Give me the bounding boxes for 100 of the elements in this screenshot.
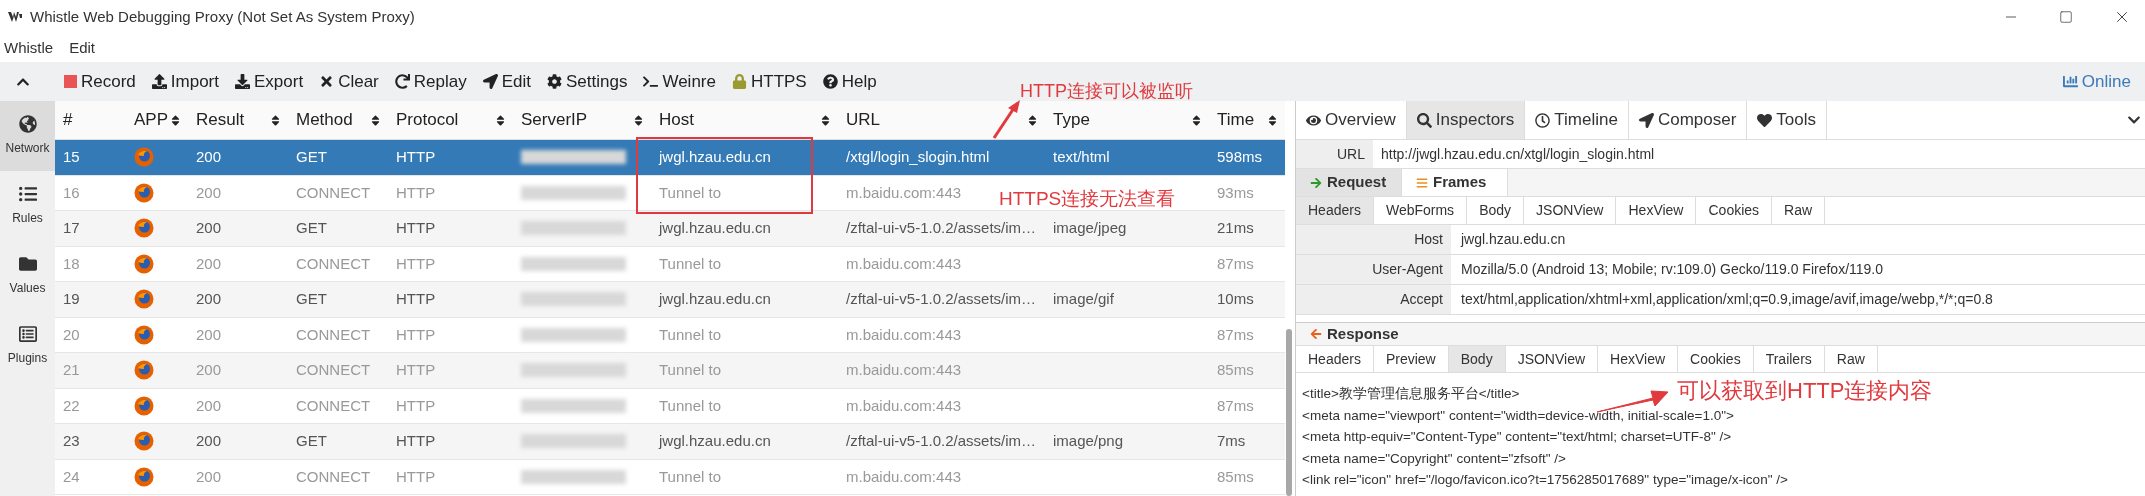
app-logo-icon: [8, 10, 24, 24]
heart-icon: [1757, 112, 1773, 128]
inspector-tab[interactable]: Inspectors: [1406, 101, 1526, 139]
column-header[interactable]: APP: [126, 101, 188, 139]
column-header[interactable]: Type: [1045, 101, 1209, 139]
content-type: text/html: [1053, 147, 1110, 167]
toolbar-button[interactable]: Import: [151, 68, 219, 95]
protocol: HTTP: [396, 147, 436, 167]
row-number: 24: [63, 466, 80, 487]
host: jwgl.hzau.edu.cn: [659, 289, 771, 309]
scrollbar-thumb[interactable]: [1286, 329, 1292, 496]
duration: 87ms: [1217, 253, 1254, 274]
maximize-icon[interactable]: [2059, 10, 2073, 24]
host: Tunnel to: [659, 395, 721, 416]
header-value: jwgl.hzau.edu.cn: [1459, 230, 1566, 249]
request-row[interactable]: 23 200 GET HTTP jwgl.hzau.edu.cn /zftal-ui-v5-1.0.2/assets/im… image/png 7ms: [55, 424, 1285, 460]
duration: 7ms: [1217, 431, 1246, 451]
row-number: 22: [63, 395, 80, 416]
field-label: URL: [1296, 140, 1373, 168]
sidebar-item[interactable]: Network: [0, 101, 55, 171]
result-code: 200: [196, 182, 222, 203]
toolbar-button[interactable]: HTTPS: [731, 68, 807, 95]
header-name: Accept: [1296, 285, 1451, 314]
request-row[interactable]: 15 200 GET HTTP jwgl.hzau.edu.cn /xtgl/login_slogin.html text/html 598ms: [55, 140, 1285, 176]
lock-icon: [731, 74, 747, 89]
duration: 87ms: [1217, 324, 1254, 345]
request-row[interactable]: 17 200 GET HTTP jwgl.hzau.edu.cn /zftal-ui-v5-1.0.2/assets/im… image/jpeg 21ms: [55, 211, 1285, 247]
row-number: 15: [63, 147, 80, 167]
sidebar-item[interactable]: Values: [0, 241, 55, 311]
host: jwgl.hzau.edu.cn: [659, 431, 771, 451]
host: jwgl.hzau.edu.cn: [659, 218, 771, 238]
result-code: 200: [196, 395, 222, 416]
menu-item[interactable]: Edit: [69, 36, 96, 60]
sort-icon: [1266, 113, 1279, 127]
method: GET: [296, 431, 327, 451]
browser-icon: [134, 466, 154, 487]
url: m.baidu.com:443: [846, 466, 962, 487]
paper-plane-icon: [482, 74, 498, 89]
protocol: HTTP: [396, 253, 436, 274]
request-tab[interactable]: Frames: [1402, 169, 1508, 196]
search-icon: [1416, 112, 1432, 128]
toolbar-button[interactable]: Weinre: [643, 68, 716, 95]
browser-icon: [134, 289, 154, 310]
method: GET: [296, 289, 327, 309]
help-icon: [822, 74, 838, 89]
method: CONNECT: [296, 182, 371, 203]
menu-item[interactable]: Whistle: [4, 36, 54, 60]
duration: 85ms: [1217, 360, 1254, 380]
download-icon: [235, 74, 250, 89]
result-code: 200: [196, 147, 222, 167]
protocol: HTTP: [396, 431, 436, 451]
toolbar-button[interactable]: Settings: [547, 68, 628, 95]
sidebar-item[interactable]: Plugins: [0, 311, 55, 381]
browser-icon: [134, 431, 154, 452]
column-header[interactable]: Method: [288, 101, 388, 139]
request-tab[interactable]: Request: [1296, 169, 1402, 196]
url: /zftal-ui-v5-1.0.2/assets/im…: [846, 431, 1037, 451]
code-line: <meta http-equiv="Content-Type" content="text/html; charset=UTF-8" />: [1302, 428, 1732, 446]
globe-icon: [18, 115, 37, 133]
result-code: 200: [196, 466, 222, 487]
protocol: HTTP: [396, 360, 436, 380]
content-type: image/jpeg: [1053, 218, 1127, 238]
protocol: HTTP: [396, 324, 436, 345]
column-header[interactable]: Host: [651, 101, 838, 139]
sort-icon: [1190, 113, 1203, 127]
toolbar-button[interactable]: Export: [235, 68, 304, 95]
result-code: 200: [196, 289, 222, 309]
subtab[interactable]: Body: [1448, 346, 1506, 372]
paper-plane-icon: [1638, 112, 1654, 128]
host: Tunnel to: [659, 466, 721, 487]
terminal-icon: [643, 74, 659, 89]
sort-icon: [632, 113, 645, 127]
column-header[interactable]: #: [55, 101, 126, 139]
row-number: 19: [63, 289, 80, 309]
request-row[interactable]: 19 200 GET HTTP jwgl.hzau.edu.cn /zftal-ui-v5-1.0.2/assets/im… image/gif 10ms: [55, 282, 1285, 318]
toolbar-button[interactable]: Help: [822, 68, 877, 95]
column-header[interactable]: ServerIP: [513, 101, 651, 139]
toolbar-button[interactable]: Record: [64, 68, 136, 95]
subtab[interactable]: Headers: [1296, 197, 1374, 224]
method: CONNECT: [296, 466, 371, 487]
online-button[interactable]: Online: [2062, 68, 2131, 95]
column-header[interactable]: Time: [1209, 101, 1285, 139]
column-header[interactable]: Protocol: [388, 101, 513, 139]
method: CONNECT: [296, 324, 371, 345]
toolbar-button[interactable]: Clear: [319, 68, 379, 95]
url: m.baidu.com:443: [846, 182, 962, 203]
browser-icon: [134, 218, 154, 239]
column-header[interactable]: Result: [188, 101, 288, 139]
url: /zftal-ui-v5-1.0.2/assets/im…: [846, 289, 1037, 309]
method: CONNECT: [296, 395, 371, 416]
header-value: text/html,application/xhtml+xml,application/xml;q=0.9,image/avif,image/webp,*/*;q=0.8: [1460, 290, 1993, 309]
toolbar-button[interactable]: Edit: [482, 68, 531, 95]
sidebar-item[interactable]: Rules: [0, 171, 55, 241]
annotation-text: 可以获取到HTTP连接内容: [1677, 377, 1933, 405]
annotation-text: HTTP连接可以被监听: [1020, 80, 1193, 103]
column-header[interactable]: URL: [838, 101, 1045, 139]
duration: 87ms: [1217, 395, 1254, 416]
result-code: 200: [196, 324, 222, 345]
toolbar-button[interactable]: Replay: [394, 68, 467, 95]
content-type: image/png: [1053, 431, 1124, 451]
